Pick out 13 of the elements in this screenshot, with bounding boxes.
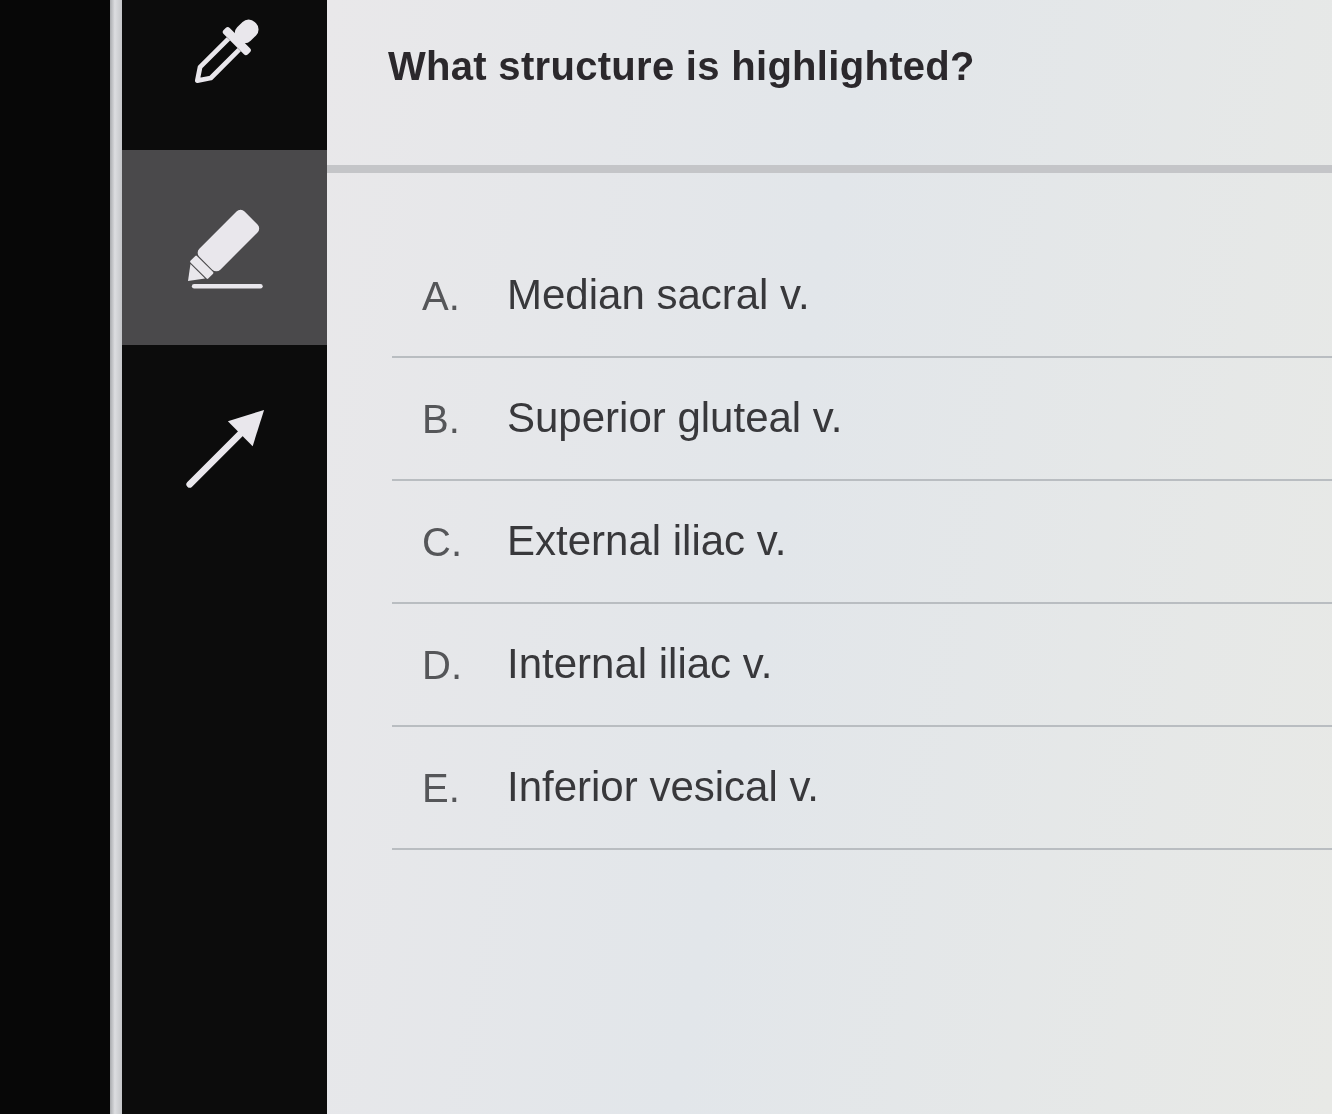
- answer-option[interactable]: Internal iliac v.: [507, 639, 773, 690]
- arrow-icon: [183, 407, 266, 490]
- question-text: What structure is highlighted?: [388, 43, 975, 90]
- answer-option[interactable]: Inferior vesical v.: [507, 762, 819, 813]
- answer-option[interactable]: Median sacral v.: [507, 270, 810, 321]
- option-letter: A.: [422, 272, 461, 320]
- highlighter-button[interactable]: [122, 150, 327, 345]
- answer-option[interactable]: Superior gluteal v.: [507, 393, 843, 444]
- answer-option[interactable]: External iliac v.: [507, 516, 787, 567]
- option-letter: D.: [422, 641, 463, 689]
- option-letter: B.: [422, 395, 461, 443]
- option-letter: E.: [422, 764, 461, 812]
- option-letter: C.: [422, 518, 463, 566]
